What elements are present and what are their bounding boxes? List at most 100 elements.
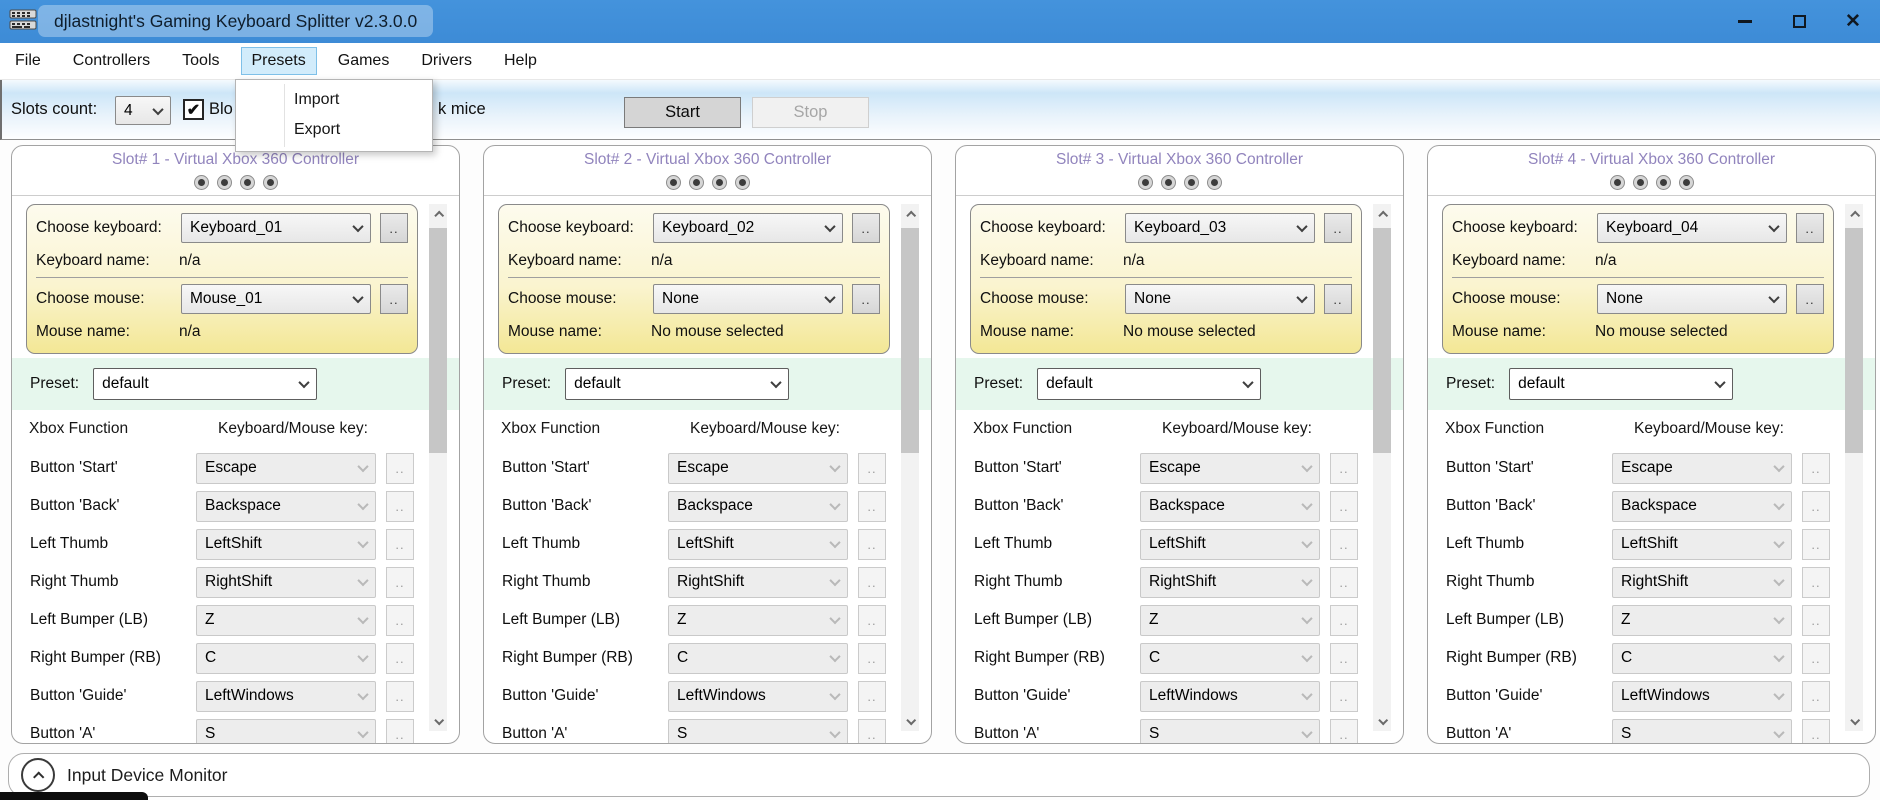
- start-button[interactable]: Start: [624, 97, 741, 128]
- scroll-down-button[interactable]: [1845, 713, 1863, 731]
- key-browse-button[interactable]: ..: [1802, 643, 1830, 674]
- key-browse-button[interactable]: ..: [1802, 719, 1830, 745]
- key-combobox[interactable]: S: [1612, 719, 1792, 745]
- key-combobox[interactable]: Backspace: [1140, 491, 1320, 522]
- key-browse-button[interactable]: ..: [858, 605, 886, 636]
- keyboard-browse-button[interactable]: ..: [1796, 213, 1824, 243]
- key-browse-button[interactable]: ..: [1330, 529, 1358, 560]
- key-browse-button[interactable]: ..: [1802, 605, 1830, 636]
- key-combobox[interactable]: C: [1140, 643, 1320, 674]
- preset-combobox[interactable]: default: [1037, 368, 1261, 400]
- input-device-monitor-bar[interactable]: Input Device Monitor: [8, 753, 1870, 797]
- menu-games[interactable]: Games: [327, 47, 401, 75]
- key-browse-button[interactable]: ..: [386, 719, 414, 745]
- menu-controllers[interactable]: Controllers: [62, 47, 161, 75]
- key-combobox[interactable]: RightShift: [1612, 567, 1792, 598]
- menu-item-export[interactable]: Export: [236, 115, 432, 145]
- key-combobox[interactable]: Escape: [668, 453, 848, 484]
- scroll-up-button[interactable]: [429, 204, 447, 222]
- scroll-up-button[interactable]: [1373, 204, 1391, 222]
- key-combobox[interactable]: Backspace: [668, 491, 848, 522]
- key-combobox[interactable]: S: [196, 719, 376, 745]
- key-browse-button[interactable]: ..: [1330, 719, 1358, 745]
- key-combobox[interactable]: Escape: [196, 453, 376, 484]
- key-combobox[interactable]: C: [196, 643, 376, 674]
- scrollbar-thumb[interactable]: [1373, 228, 1391, 453]
- key-combobox[interactable]: LeftShift: [1612, 529, 1792, 560]
- key-combobox[interactable]: S: [1140, 719, 1320, 745]
- block-devices-checkbox[interactable]: ✔: [183, 99, 204, 120]
- key-combobox[interactable]: Escape: [1140, 453, 1320, 484]
- key-combobox[interactable]: LeftShift: [1140, 529, 1320, 560]
- scroll-down-button[interactable]: [1373, 713, 1391, 731]
- key-browse-button[interactable]: ..: [1802, 567, 1830, 598]
- key-combobox[interactable]: LeftWindows: [1612, 681, 1792, 712]
- key-browse-button[interactable]: ..: [858, 719, 886, 745]
- key-combobox[interactable]: RightShift: [1140, 567, 1320, 598]
- panel-scrollbar[interactable]: [429, 204, 447, 731]
- menu-file[interactable]: File: [4, 47, 52, 75]
- key-browse-button[interactable]: ..: [386, 453, 414, 484]
- key-combobox[interactable]: RightShift: [668, 567, 848, 598]
- key-browse-button[interactable]: ..: [858, 567, 886, 598]
- panel-scrollbar[interactable]: [901, 204, 919, 731]
- mouse-browse-button[interactable]: ..: [1796, 284, 1824, 314]
- key-browse-button[interactable]: ..: [386, 605, 414, 636]
- keyboard-combobox[interactable]: Keyboard_02: [653, 213, 843, 243]
- scroll-down-button[interactable]: [429, 713, 447, 731]
- preset-combobox[interactable]: default: [93, 368, 317, 400]
- key-combobox[interactable]: LeftWindows: [1140, 681, 1320, 712]
- mouse-browse-button[interactable]: ..: [1324, 284, 1352, 314]
- scrollbar-thumb[interactable]: [901, 228, 919, 453]
- key-browse-button[interactable]: ..: [386, 529, 414, 560]
- key-combobox[interactable]: LeftShift: [668, 529, 848, 560]
- minimize-button[interactable]: [1718, 0, 1772, 43]
- keyboard-combobox[interactable]: Keyboard_03: [1125, 213, 1315, 243]
- key-browse-button[interactable]: ..: [1330, 681, 1358, 712]
- key-browse-button[interactable]: ..: [386, 681, 414, 712]
- key-combobox[interactable]: C: [1612, 643, 1792, 674]
- key-combobox[interactable]: C: [668, 643, 848, 674]
- mouse-browse-button[interactable]: ..: [852, 284, 880, 314]
- stop-button[interactable]: Stop: [752, 97, 869, 128]
- scroll-down-button[interactable]: [901, 713, 919, 731]
- preset-combobox[interactable]: default: [1509, 368, 1733, 400]
- mouse-combobox[interactable]: Mouse_01: [181, 284, 371, 314]
- scroll-up-button[interactable]: [1845, 204, 1863, 222]
- key-browse-button[interactable]: ..: [386, 643, 414, 674]
- scroll-up-button[interactable]: [901, 204, 919, 222]
- key-combobox[interactable]: Z: [196, 605, 376, 636]
- slots-count-combobox[interactable]: 4: [115, 96, 171, 125]
- keyboard-combobox[interactable]: Keyboard_01: [181, 213, 371, 243]
- key-browse-button[interactable]: ..: [1330, 491, 1358, 522]
- key-browse-button[interactable]: ..: [858, 643, 886, 674]
- menu-presets[interactable]: Presets: [241, 47, 317, 75]
- key-combobox[interactable]: Backspace: [196, 491, 376, 522]
- keyboard-browse-button[interactable]: ..: [380, 213, 408, 243]
- key-browse-button[interactable]: ..: [1330, 567, 1358, 598]
- panel-scrollbar[interactable]: [1845, 204, 1863, 731]
- menu-drivers[interactable]: Drivers: [410, 47, 483, 75]
- key-browse-button[interactable]: ..: [858, 491, 886, 522]
- key-browse-button[interactable]: ..: [858, 529, 886, 560]
- key-browse-button[interactable]: ..: [1802, 529, 1830, 560]
- scrollbar-thumb[interactable]: [1845, 228, 1863, 453]
- key-combobox[interactable]: Z: [668, 605, 848, 636]
- key-browse-button[interactable]: ..: [1802, 681, 1830, 712]
- key-combobox[interactable]: LeftWindows: [668, 681, 848, 712]
- keyboard-browse-button[interactable]: ..: [1324, 213, 1352, 243]
- key-browse-button[interactable]: ..: [386, 491, 414, 522]
- key-browse-button[interactable]: ..: [858, 453, 886, 484]
- mouse-combobox[interactable]: None: [1597, 284, 1787, 314]
- key-browse-button[interactable]: ..: [1330, 643, 1358, 674]
- key-browse-button[interactable]: ..: [386, 567, 414, 598]
- maximize-button[interactable]: [1772, 0, 1826, 43]
- collapse-expander-button[interactable]: [21, 758, 55, 792]
- menu-help[interactable]: Help: [493, 47, 548, 75]
- keyboard-combobox[interactable]: Keyboard_04: [1597, 213, 1787, 243]
- key-browse-button[interactable]: ..: [1330, 453, 1358, 484]
- key-combobox[interactable]: Z: [1140, 605, 1320, 636]
- close-button[interactable]: ✕: [1826, 0, 1880, 43]
- mouse-combobox[interactable]: None: [1125, 284, 1315, 314]
- key-combobox[interactable]: Escape: [1612, 453, 1792, 484]
